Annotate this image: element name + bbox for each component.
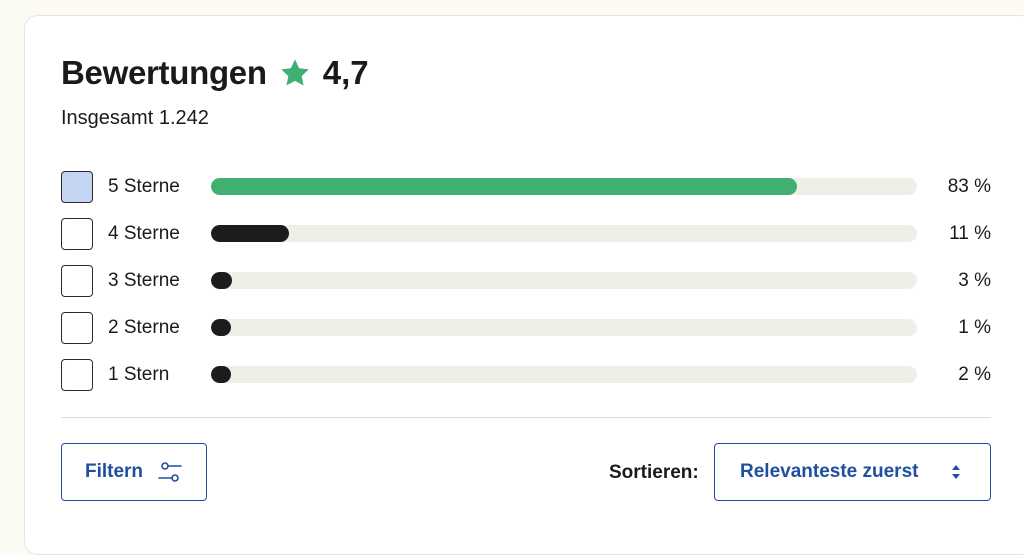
rating-filter-checkbox[interactable]: [61, 264, 93, 297]
reviews-card: Bewertungen 4,7 Insgesamt 1.242 5 Sterne…: [24, 15, 1024, 555]
rating-bar-fill: [211, 366, 231, 383]
filter-button[interactable]: Filtern: [61, 443, 207, 501]
rating-bar-track: [211, 225, 917, 242]
rating-row-label: 2 Sterne: [108, 316, 180, 338]
rating-filter-checkbox[interactable]: [61, 170, 93, 203]
rating-bar-fill: [211, 225, 289, 242]
rating-row-percent: 11 %: [949, 222, 991, 244]
rating-row-label: 1 Stern: [108, 363, 170, 385]
rating-row-label: 4 Sterne: [108, 222, 180, 244]
rating-filter-checkbox[interactable]: [61, 358, 93, 391]
total-reviews: Insgesamt 1.242: [61, 107, 209, 129]
sort-select[interactable]: Relevanteste zuerst: [714, 443, 991, 501]
rating-row-percent: 3 %: [958, 269, 991, 291]
rating-bar-track: [211, 366, 917, 383]
rating-row-percent: 2 %: [958, 363, 991, 385]
rating-row-3[interactable]: 3 Sterne 3 %: [61, 257, 991, 304]
sliders-icon: [158, 462, 182, 482]
rating-bar-fill: [211, 178, 797, 195]
rating-bar-track: [211, 272, 917, 289]
rating-bar-fill: [211, 319, 231, 336]
reviews-title: Bewertungen: [61, 54, 267, 91]
filter-button-label: Filtern: [84, 461, 144, 482]
sort-select-value: Relevanteste zuerst: [740, 461, 919, 482]
rating-bar-fill: [211, 272, 233, 289]
rating-row-label: 3 Sterne: [108, 269, 180, 291]
rating-row-label: 5 Sterne: [108, 175, 180, 197]
rating-row-2[interactable]: 2 Sterne 1 %: [61, 304, 991, 351]
rating-bar-track: [211, 319, 917, 336]
average-rating: 4,7: [322, 54, 369, 91]
rating-filter-checkbox[interactable]: [61, 217, 93, 250]
rating-row-percent: 83 %: [947, 175, 991, 197]
reviews-header: Bewertungen 4,7: [61, 54, 369, 92]
rating-row-1[interactable]: 1 Stern 2 %: [61, 351, 991, 398]
rating-distribution: 5 Sterne 83 % 4 Sterne 11 % 3 Sterne 3 %…: [61, 163, 991, 398]
section-divider: [61, 417, 991, 418]
rating-bar-track: [211, 178, 917, 195]
sort-label: Sortieren:: [609, 462, 699, 483]
rating-row-percent: 1 %: [958, 316, 991, 338]
rating-filter-checkbox[interactable]: [61, 311, 93, 344]
rating-row-4[interactable]: 4 Sterne 11 %: [61, 210, 991, 257]
sort-arrows-icon: [952, 465, 960, 479]
rating-row-5[interactable]: 5 Sterne 83 %: [61, 163, 991, 210]
star-icon: [281, 59, 309, 86]
